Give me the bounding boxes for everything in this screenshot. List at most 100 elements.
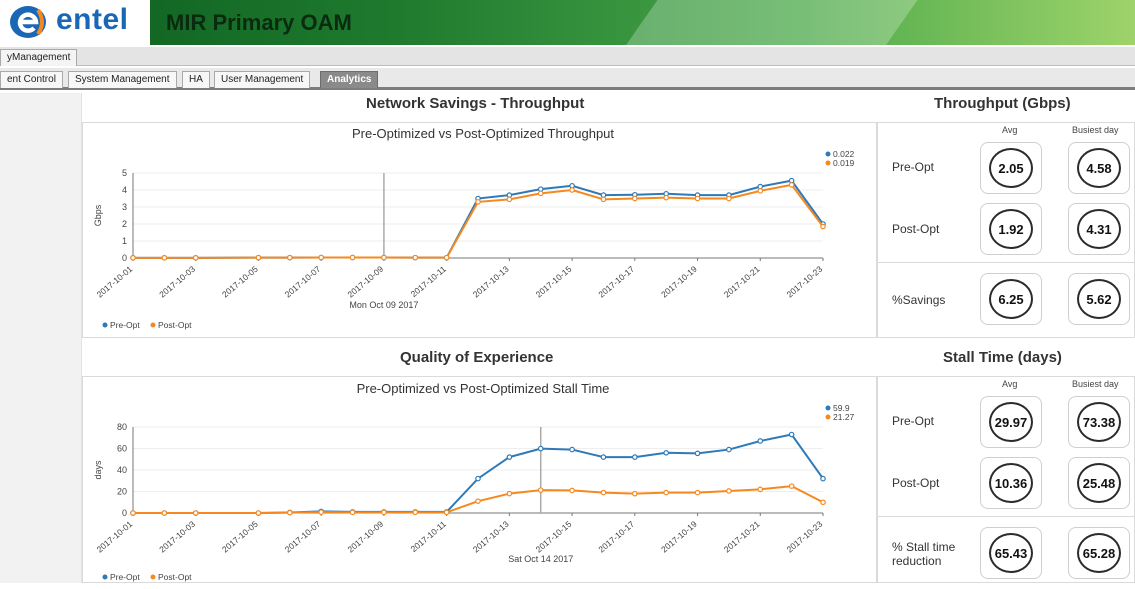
tab-analytics[interactable]: Analytics: [320, 71, 379, 88]
x-tick-label: 2017-10-11: [409, 264, 448, 299]
x-tick-label: 2017-10-09: [345, 264, 385, 300]
tooltip-marker: [825, 414, 831, 420]
legend-label: Post-Opt: [158, 320, 192, 330]
x-tick-label: 2017-10-05: [220, 519, 260, 555]
data-point: [820, 223, 826, 230]
stall-chart-panel: Pre-Optimized vs Post-Optimized Stall Ti…: [82, 376, 877, 583]
tab-system-management[interactable]: System Management: [68, 71, 177, 88]
y-tick-label: 80: [117, 422, 127, 432]
stat-label: Post-Opt: [892, 476, 940, 490]
data-point: [381, 509, 387, 516]
x-tick-label: 2017-10-21: [722, 519, 762, 555]
data-point: [381, 254, 387, 261]
x-tick-label: 2017-10-13: [471, 264, 511, 300]
data-point: [726, 446, 732, 453]
stat-busiest-box: 25.48: [1068, 457, 1130, 509]
tab-element-control[interactable]: ent Control: [0, 71, 63, 88]
stat-label: Pre-Opt: [892, 160, 935, 174]
data-point: [412, 509, 419, 516]
data-point: [632, 195, 638, 202]
data-point: [757, 486, 764, 493]
x-tick-label: 2017-10-13: [471, 519, 511, 555]
data-point: [757, 188, 764, 194]
data-point: [130, 510, 136, 516]
stat-value: 25.48: [1077, 463, 1121, 503]
data-point: [757, 438, 764, 444]
data-point: [475, 498, 481, 504]
chart-title: Pre-Optimized vs Post-Optimized Stall Ti…: [357, 381, 610, 396]
stat-row-stall-reduction: % Stall time reduction 65.43 65.28: [878, 518, 1135, 583]
x-tick-label: 2017-10-03: [157, 519, 197, 555]
data-point: [788, 431, 795, 438]
data-point: [694, 195, 701, 202]
col-head-avg: Avg: [1002, 379, 1018, 389]
data-point: [820, 475, 826, 482]
data-point: [192, 255, 199, 261]
data-point: [663, 194, 669, 201]
stat-avg-box: 1.92: [980, 203, 1042, 255]
series-line-pre-opt: [133, 179, 824, 259]
throughput-stats-panel: Avg Busiest day Pre-Opt 2.05 4.58 Post-O…: [877, 122, 1135, 338]
data-point: [632, 454, 638, 460]
data-point: [287, 509, 293, 516]
stat-busiest-box: 5.62: [1068, 273, 1130, 325]
y-tick-label: 3: [122, 202, 127, 212]
x-tick-label: 2017-10-17: [596, 264, 636, 300]
data-point: [537, 190, 544, 197]
data-point: [569, 487, 575, 494]
tab-user-management[interactable]: User Management: [214, 71, 311, 88]
y-tick-label: 1: [122, 236, 127, 246]
y-axis-label: Gbps: [93, 204, 103, 226]
chart-title: Pre-Optimized vs Post-Optimized Throughp…: [352, 126, 614, 141]
data-point: [663, 489, 669, 496]
entel-logo-icon: [10, 6, 46, 38]
hover-date-label: Sat Oct 14 2017: [508, 554, 573, 564]
stat-row-pre-opt: Pre-Opt 29.97 73.38: [878, 391, 1135, 453]
data-point: [412, 254, 419, 261]
tooltip-marker: [825, 160, 831, 166]
throughput-chart-panel: Pre-Optimized vs Post-Optimized Throughp…: [82, 122, 877, 338]
tab-management[interactable]: yManagement: [0, 49, 78, 66]
stat-row-post-opt: Post-Opt 1.92 4.31: [878, 199, 1135, 263]
tooltip-marker: [825, 405, 831, 411]
main-tab-bar: ent Control System Management HA User Ma…: [0, 68, 1135, 90]
data-point: [726, 195, 732, 202]
data-point: [506, 490, 513, 497]
data-point: [192, 510, 199, 516]
x-tick-label: 2017-10-05: [220, 264, 260, 300]
data-point: [506, 454, 513, 460]
stat-busiest-box: 73.38: [1068, 396, 1130, 448]
legend-marker: [102, 322, 108, 328]
stall-chart[interactable]: Pre-Optimized vs Post-Optimized Stall Ti…: [83, 377, 878, 584]
y-tick-label: 40: [117, 465, 127, 475]
data-point: [600, 196, 607, 203]
section-title-stall-time: Stall Time (days): [943, 349, 1062, 366]
data-point: [349, 509, 356, 516]
x-tick-label: 2017-10-11: [409, 519, 448, 554]
tab-ha[interactable]: HA: [182, 71, 210, 88]
x-tick-label: 2017-10-21: [722, 264, 762, 300]
data-point: [349, 254, 356, 261]
hover-date-label: Mon Oct 09 2017: [349, 300, 418, 310]
data-point: [788, 182, 795, 188]
stat-value: 73.38: [1077, 402, 1121, 442]
data-point: [726, 488, 732, 494]
stat-label: Post-Opt: [892, 222, 940, 236]
data-point: [255, 254, 262, 261]
throughput-chart[interactable]: Pre-Optimized vs Post-Optimized Throughp…: [83, 123, 878, 339]
stat-avg-box: 10.36: [980, 457, 1042, 509]
data-point: [600, 454, 607, 460]
banner-highlight: [608, 0, 932, 45]
data-point: [161, 510, 168, 516]
x-tick-label: 2017-10-15: [534, 519, 574, 555]
stat-value: 4.58: [1077, 148, 1121, 188]
stat-value: 1.92: [989, 209, 1033, 249]
stat-value: 65.28: [1077, 533, 1121, 573]
data-point: [663, 450, 669, 456]
data-point: [287, 254, 293, 261]
stat-label: %Savings: [892, 293, 946, 307]
stat-value: 5.62: [1077, 279, 1121, 319]
data-point: [600, 489, 607, 496]
data-point: [318, 254, 324, 261]
data-point: [569, 187, 575, 193]
